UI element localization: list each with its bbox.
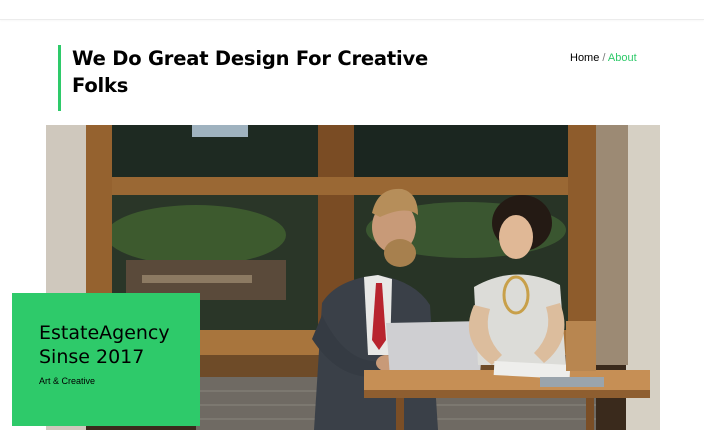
promo-subtitle: Art & Creative <box>39 376 96 386</box>
top-navbar-edge <box>0 0 704 20</box>
breadcrumb-home-link[interactable]: Home <box>570 52 599 64</box>
breadcrumb-separator: / <box>602 52 606 64</box>
breadcrumb-current: About <box>607 52 637 64</box>
breadcrumb: Home / About <box>570 51 637 65</box>
page-title-block: We Do Great Design For Creative Folks <box>58 45 438 111</box>
page-title: We Do Great Design For Creative Folks <box>72 47 429 97</box>
promo-brand: EstateAgency <box>39 322 170 344</box>
promo-since: Sinse 2017 <box>39 346 145 368</box>
promo-box: EstateAgency Sinse 2017 Art & Creative <box>12 293 200 426</box>
